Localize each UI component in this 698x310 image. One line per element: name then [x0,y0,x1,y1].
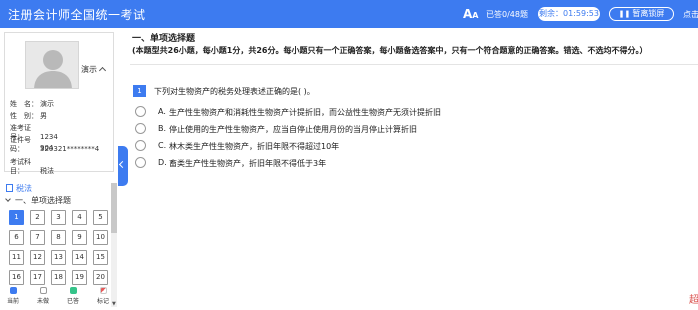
question-button[interactable]: 19 [72,270,87,285]
question-button[interactable]: 16 [9,270,24,285]
question-button[interactable]: 20 [93,270,108,285]
profile-field-gender: 性 别：男 [10,112,47,120]
section-title: 一、单项选择题 [132,34,196,44]
question-button[interactable]: 4 [72,210,87,225]
question-button[interactable]: 10 [93,230,108,245]
question-number-badge: 1 [133,85,146,97]
question-button[interactable]: 9 [72,230,87,245]
subject-link[interactable]: 税法 [6,183,32,194]
question-button[interactable]: 5 [93,210,108,225]
document-icon [6,184,13,192]
collapse-panel-button[interactable] [118,146,128,186]
question-button[interactable]: 12 [30,250,45,265]
question-button[interactable]: 1 [9,210,24,225]
divider [130,64,698,65]
app-title: 注册会计师全国统一考试 [8,8,146,22]
avatar [25,41,79,89]
radio-button[interactable] [135,140,146,151]
font-size-icon[interactable]: AA [463,7,479,23]
chevron-up-icon [98,66,107,75]
legend-answered: 已答 [61,287,85,305]
question-button[interactable]: 11 [9,250,24,265]
legend-swatch [9,287,17,294]
question-text: 下列对生物资产的税务处理表述正确的是( )。 [154,87,315,96]
question-area: 一、单项选择题 (本题型共26小题，每小题1分，共26分。每小题只有一个正确答案… [130,28,698,310]
radio-button[interactable] [135,157,146,168]
question-button[interactable]: 15 [93,250,108,265]
pause-icon: ❚❚ [618,10,631,18]
section-instructions: (本题型共26小题，每小题1分，共26分。每小题只有一个正确答案，每小题备选答案… [132,46,648,55]
leave-lock-button[interactable]: ❚❚ 暂离锁屏 [609,7,674,21]
question-button[interactable]: 3 [51,210,66,225]
chevron-left-icon [118,160,127,169]
scrollbar-thumb[interactable] [111,183,117,233]
profile-field-id-cont: 904 [40,144,54,152]
radio-button[interactable] [135,106,146,117]
corner-text: 超 [689,295,698,306]
question-button[interactable]: 14 [72,250,87,265]
header-cut-text: 点击 [683,10,698,19]
remaining-timer: 剩余：01:59:53 [538,7,600,21]
left-panel: 演示 姓 名： 演示 性 别：男 准考证号： 1234 证件号码： 320321***… [0,28,120,310]
legend-unanswered: 未做 [31,287,55,305]
legend-current: 当前 [1,287,25,305]
question-button[interactable]: 17 [30,270,45,285]
chevron-down-icon [5,196,11,202]
question-button[interactable]: 18 [51,270,66,285]
profile-field-name: 姓 名： 演示 [10,100,54,108]
user-silhouette-icon [34,50,72,88]
question-button[interactable]: 6 [9,230,24,245]
answered-count: 已答0/48题 [486,10,528,19]
question-button[interactable]: 8 [51,230,66,245]
question-button[interactable]: 2 [30,210,45,225]
user-menu[interactable]: 演示 [81,64,107,75]
status-legend: 当前 未做 已答 标记 [0,285,118,310]
profile-card: 演示 姓 名： 演示 性 别：男 准考证号： 1234 证件号码： 320321***… [4,32,114,175]
profile-field-subject: 考试科目： 税法 [10,158,54,175]
legend-marked: 标记 [91,287,115,305]
legend-swatch [69,287,77,294]
legend-swatch [99,287,107,294]
top-bar: 注册会计师全国统一考试 AA 已答0/48题 剩余：01:59:53 ❚❚ 暂离锁… [0,0,698,28]
radio-button[interactable] [135,123,146,134]
section-toggle[interactable]: 一、单项选择题 [5,195,71,206]
legend-swatch [39,287,47,294]
question-button[interactable]: 13 [51,250,66,265]
question-button[interactable]: 7 [30,230,45,245]
